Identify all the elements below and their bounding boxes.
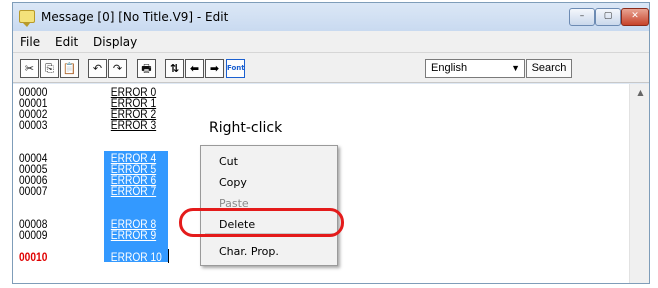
delete-highlight-oval — [179, 208, 344, 237]
copy-icon[interactable]: ⎘ — [40, 59, 59, 78]
title-bar: Message [0] [No Title.V9] - Edit – ▢ ✕ — [13, 3, 649, 31]
right-click-annotation: Right-click — [209, 120, 283, 136]
menu-edit[interactable]: Edit — [55, 35, 78, 49]
maximize-button[interactable]: ▢ — [595, 8, 621, 26]
minimize-button[interactable]: – — [569, 8, 595, 26]
text-caret — [168, 249, 169, 263]
forward-arrow-icon[interactable]: ➡ — [205, 59, 224, 78]
cut-icon[interactable]: ✂ — [20, 59, 39, 78]
window-title: Message [0] [No Title.V9] - Edit — [41, 10, 229, 24]
editor-line[interactable]: 00003 ERROR 3 — [19, 119, 189, 131]
language-select[interactable]: English ▼ — [425, 59, 525, 78]
line-text[interactable]: ERROR 3 — [111, 119, 156, 131]
line-text[interactable]: ERROR 7 — [111, 185, 156, 197]
context-menu-cut[interactable]: Cut — [219, 155, 238, 168]
search-button[interactable]: Search — [526, 59, 572, 78]
message-app-icon — [19, 10, 35, 27]
menu-bar: File Edit Display — [13, 31, 649, 53]
chevron-down-icon: ▼ — [511, 63, 520, 73]
menu-file[interactable]: File — [20, 35, 40, 49]
context-menu-char-prop[interactable]: Char. Prop. — [219, 245, 279, 258]
line-number: 00010 — [19, 250, 48, 264]
vertical-scrollbar[interactable]: ▲ — [629, 84, 649, 283]
line-number: 00009 — [19, 228, 48, 242]
context-menu: Cut Copy Paste Delete Char. Prop. — [200, 145, 338, 266]
toolbar: ✂ ⎘ 📋 ↶ ↷ 🖶 ⇅ ⬅ ➡ Font English ▼ Search — [13, 53, 649, 83]
scroll-up-icon[interactable]: ▲ — [630, 86, 649, 100]
menu-display[interactable]: Display — [93, 35, 137, 49]
redo-icon[interactable]: ↷ — [108, 59, 127, 78]
editor-line-current[interactable]: 00010 ERROR 10 — [19, 251, 189, 263]
print-icon[interactable]: 🖶 — [137, 59, 156, 78]
back-arrow-icon[interactable]: ⬅ — [185, 59, 204, 78]
line-text[interactable]: ERROR 9 — [111, 229, 156, 241]
close-button[interactable]: ✕ — [621, 8, 649, 26]
font-icon[interactable]: Font — [226, 59, 245, 78]
line-number: 00003 — [19, 118, 48, 132]
language-value: English — [431, 62, 468, 74]
editor-line[interactable]: 00009 ERROR 9 — [19, 229, 189, 241]
context-menu-copy[interactable]: Copy — [219, 176, 247, 189]
line-number: 00007 — [19, 184, 48, 198]
goto-icon[interactable]: ⇅ — [165, 59, 184, 78]
paste-icon[interactable]: 📋 — [60, 59, 79, 78]
undo-icon[interactable]: ↶ — [88, 59, 107, 78]
line-text[interactable]: ERROR 10 — [111, 251, 162, 263]
editor-line[interactable]: 00007 ERROR 7 — [19, 185, 189, 197]
